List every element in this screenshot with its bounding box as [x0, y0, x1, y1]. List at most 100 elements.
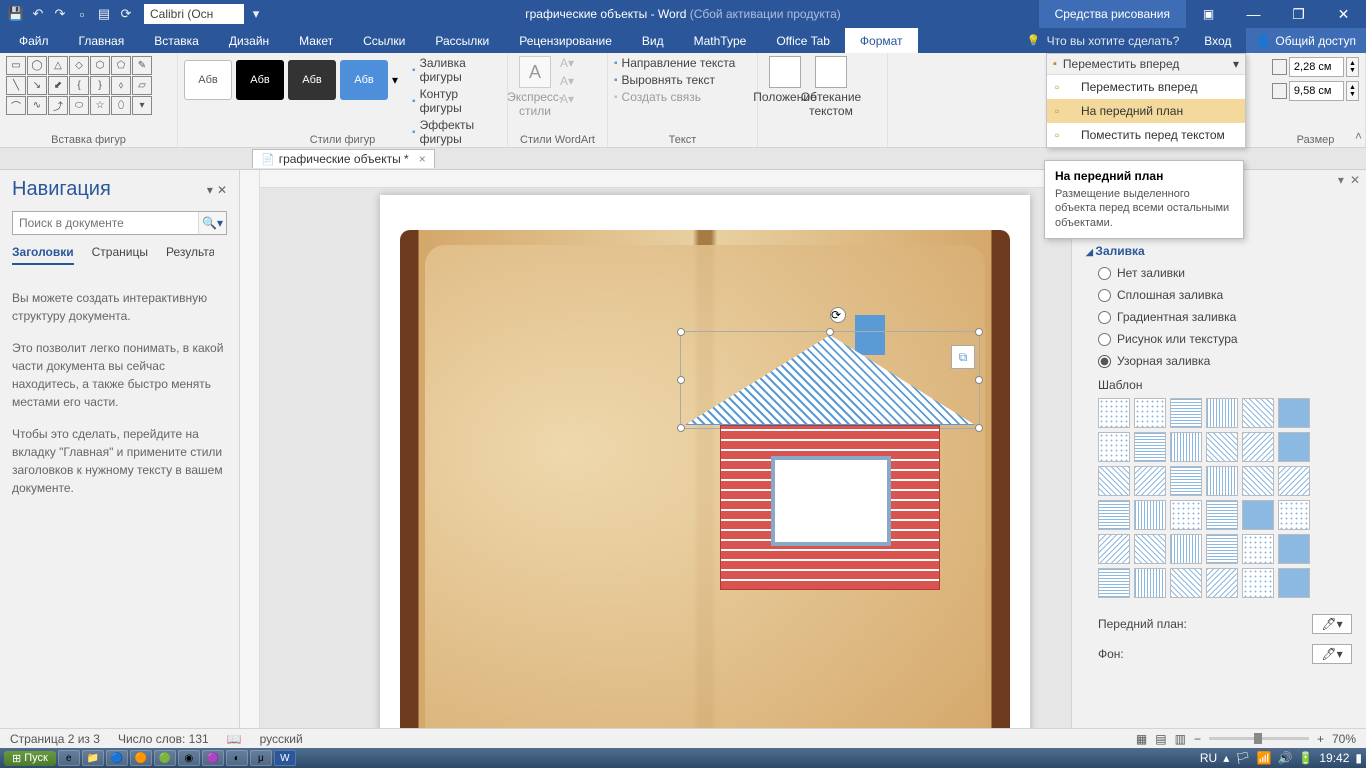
pattern-swatch[interactable] [1134, 432, 1166, 462]
tab-format[interactable]: Формат [845, 28, 918, 53]
rotate-handle-icon[interactable]: ⟳ [830, 307, 846, 323]
pattern-swatch[interactable] [1134, 500, 1166, 530]
taskbar-app-icon[interactable]: 🟣 [202, 750, 224, 766]
refresh-icon[interactable]: ⟳ [116, 4, 136, 24]
pattern-swatch[interactable] [1278, 500, 1310, 530]
menu-item-bring-front-text[interactable]: Поместить перед текстом [1047, 123, 1245, 147]
pattern-swatch[interactable] [1206, 398, 1238, 428]
taskbar-nvidia-icon[interactable]: ◐ [226, 750, 248, 766]
background-color-button[interactable]: 🖊▾ [1312, 644, 1352, 664]
tray-volume-icon[interactable]: 🔊 [1277, 751, 1292, 765]
pattern-swatch[interactable] [1170, 534, 1202, 564]
search-button[interactable]: 🔍▾ [198, 212, 226, 234]
taskbar-word-icon[interactable]: W [274, 750, 296, 766]
tab-officetab[interactable]: Office Tab [761, 28, 845, 53]
width-spinner[interactable]: ▲▼ [1272, 81, 1359, 101]
pattern-swatch[interactable] [1134, 534, 1166, 564]
pattern-swatch[interactable] [1098, 568, 1130, 598]
resize-handle[interactable] [975, 328, 983, 336]
gallery-more-icon[interactable]: ▾ [392, 73, 398, 87]
close-icon[interactable]: ✕ [1321, 0, 1366, 28]
taskbar-app-icon[interactable]: 🟠 [130, 750, 152, 766]
resize-handle[interactable] [826, 328, 834, 336]
pattern-swatch[interactable] [1242, 398, 1274, 428]
height-input[interactable] [1289, 57, 1344, 77]
pattern-swatch[interactable] [1278, 534, 1310, 564]
window-shape[interactable] [771, 456, 891, 546]
document-area[interactable]: ⚓ ⟳ ⧉ [260, 170, 1071, 728]
taskbar-chrome-icon[interactable]: ◉ [178, 750, 200, 766]
tab-mathtype[interactable]: MathType [679, 28, 762, 53]
close-tab-icon[interactable]: × [419, 152, 426, 166]
resize-handle[interactable] [677, 328, 685, 336]
spinner-arrows[interactable]: ▲▼ [1346, 57, 1359, 77]
pattern-swatch[interactable] [1098, 398, 1130, 428]
view-web-icon[interactable]: ▥ [1175, 732, 1186, 746]
tray-show-hidden-icon[interactable]: ▴ [1223, 751, 1229, 765]
style-preset-3[interactable]: Абв [288, 60, 336, 100]
taskbar-explorer-icon[interactable]: 📁 [82, 750, 104, 766]
view-print-icon[interactable]: ▤ [1155, 732, 1166, 746]
taskbar-app-icon[interactable]: 🔵 [106, 750, 128, 766]
pattern-swatch[interactable] [1242, 432, 1274, 462]
document-tab[interactable]: графические объекты * × [252, 149, 435, 168]
horizontal-ruler[interactable] [260, 170, 1071, 188]
taskbar-app-icon[interactable]: 🟢 [154, 750, 176, 766]
wrap-text-button[interactable]: Обтекание текстом [810, 56, 852, 118]
pattern-swatch[interactable] [1134, 398, 1166, 428]
shape-styles-gallery[interactable]: Абв Абв Абв Абв ▾ [184, 60, 398, 100]
pattern-swatch[interactable] [1206, 466, 1238, 496]
zoom-in-icon[interactable]: + [1317, 732, 1324, 746]
radio-pattern-fill[interactable]: Узорная заливка [1098, 354, 1352, 368]
resize-handle[interactable] [975, 376, 983, 384]
radio-gradient-fill[interactable]: Градиентная заливка [1098, 310, 1352, 324]
pattern-swatch[interactable] [1242, 466, 1274, 496]
nav-tab-results[interactable]: Результаты [166, 245, 214, 265]
tray-flag-icon[interactable]: 🏳 [1235, 751, 1250, 765]
layout-options-icon[interactable]: ⧉ [951, 345, 975, 369]
fill-section-header[interactable]: Заливка [1086, 244, 1352, 258]
style-preset-2[interactable]: Абв [236, 60, 284, 100]
pattern-swatch[interactable] [1242, 568, 1274, 598]
pattern-swatch[interactable] [1134, 568, 1166, 598]
pattern-swatch[interactable] [1170, 432, 1202, 462]
pattern-swatch[interactable] [1170, 568, 1202, 598]
search-input[interactable] [13, 212, 198, 234]
style-preset-4[interactable]: Абв [340, 60, 388, 100]
spinner-arrows[interactable]: ▲▼ [1346, 81, 1359, 101]
pattern-swatch[interactable] [1098, 432, 1130, 462]
pattern-swatch[interactable] [1278, 568, 1310, 598]
pattern-swatch[interactable] [1206, 500, 1238, 530]
pattern-swatch[interactable] [1206, 432, 1238, 462]
pattern-swatch[interactable] [1242, 500, 1274, 530]
radio-solid-fill[interactable]: Сплошная заливка [1098, 288, 1352, 302]
style-preset-1[interactable]: Абв [184, 60, 232, 100]
pattern-swatch[interactable] [1206, 534, 1238, 564]
tray-lang[interactable]: RU [1200, 751, 1217, 765]
selection-box[interactable]: ⟳ [680, 331, 980, 429]
resize-handle[interactable] [677, 376, 685, 384]
pattern-swatch[interactable] [1170, 398, 1202, 428]
pane-close-icon[interactable]: ✕ [1350, 173, 1360, 187]
pattern-swatch[interactable] [1098, 500, 1130, 530]
start-button[interactable]: Пуск [4, 751, 56, 766]
radio-no-fill[interactable]: Нет заливки [1098, 266, 1352, 280]
resize-handle[interactable] [975, 424, 983, 432]
tab-design[interactable]: Дизайн [214, 28, 284, 53]
tab-references[interactable]: Ссылки [348, 28, 420, 53]
foreground-color-button[interactable]: 🖊▾ [1312, 614, 1352, 634]
height-spinner[interactable]: ▲▼ [1272, 57, 1359, 77]
pattern-swatch[interactable] [1278, 432, 1310, 462]
zoom-slider[interactable] [1209, 737, 1309, 740]
minimize-icon[interactable]: — [1231, 0, 1276, 28]
nav-tab-pages[interactable]: Страницы [92, 245, 148, 265]
shape-outline-button[interactable]: Контур фигуры [412, 87, 501, 115]
tray-clock[interactable]: 19:42 [1319, 751, 1349, 765]
tab-view[interactable]: Вид [627, 28, 679, 53]
zoom-out-icon[interactable]: − [1194, 732, 1201, 746]
language-indicator[interactable]: русский [260, 732, 303, 746]
tab-insert[interactable]: Вставка [139, 28, 214, 53]
tab-home[interactable]: Главная [64, 28, 140, 53]
qat-dropdown-icon[interactable]: ▾ [246, 4, 266, 24]
new-icon[interactable]: ▫ [72, 4, 92, 24]
